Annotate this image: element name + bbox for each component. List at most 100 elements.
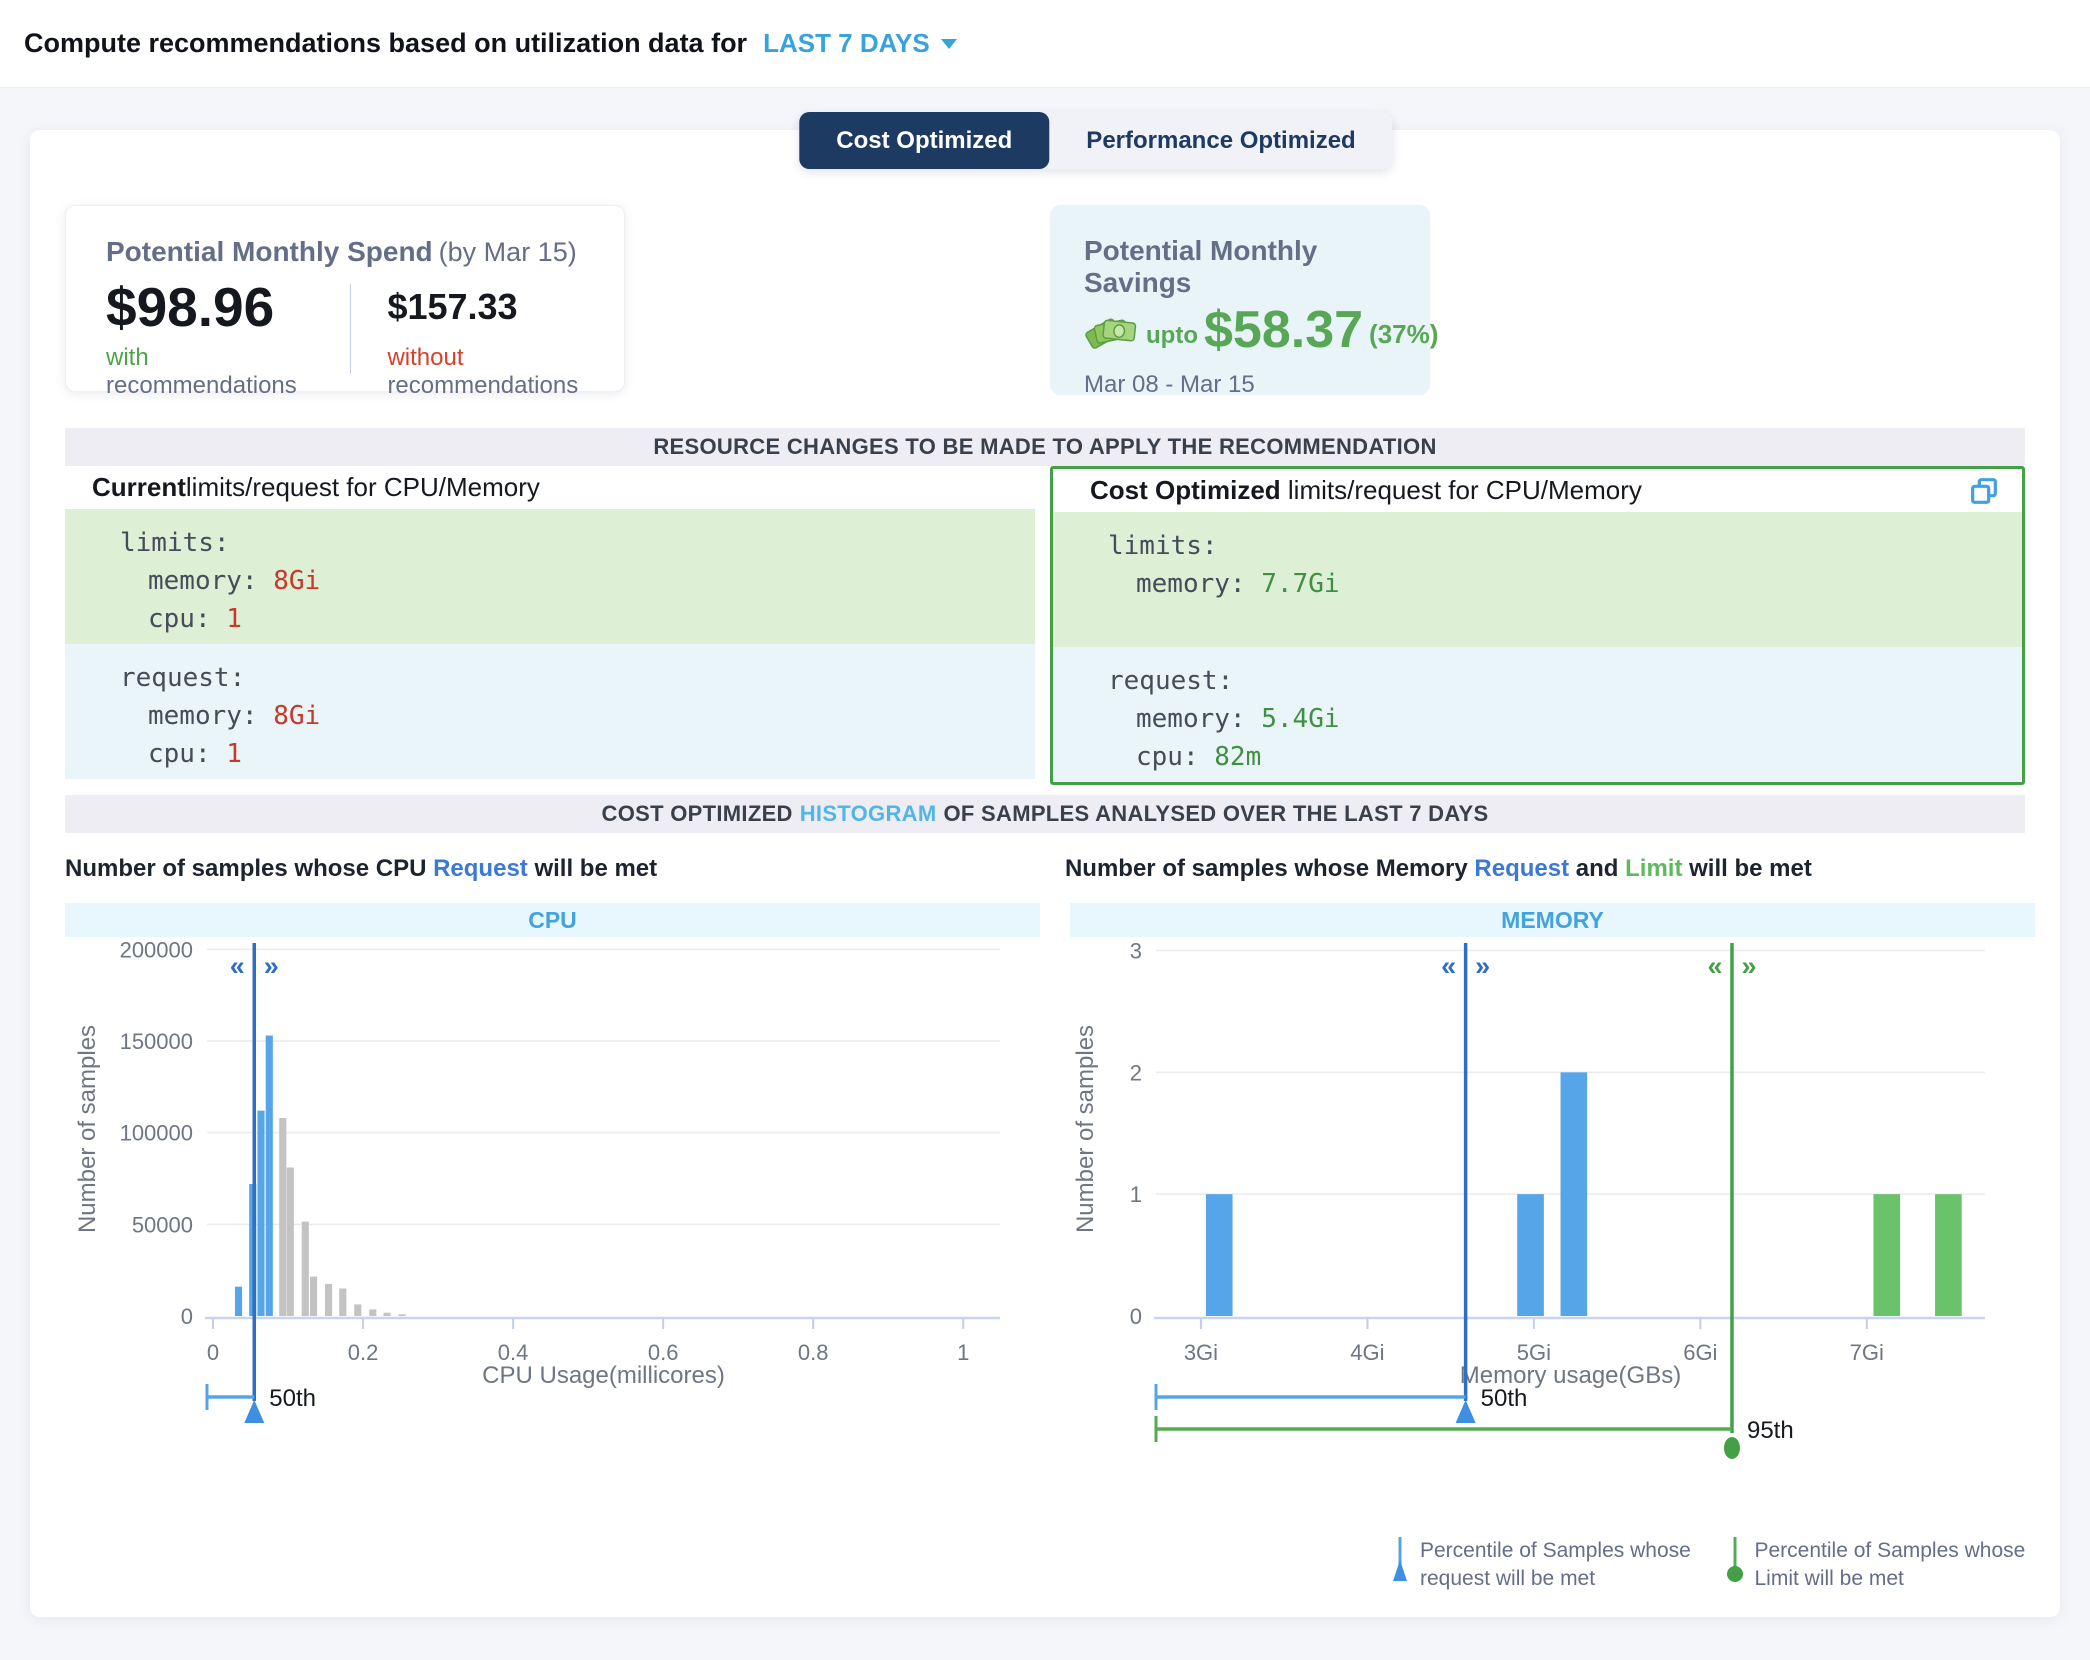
current-column-header: Current limits/request for CPU/Memory [65,466,1035,509]
chart-titles-row: Number of samples whose CPU Request will… [65,855,2025,883]
spend-without-label: without recommendations [387,344,624,400]
svg-text:200000: 200000 [120,937,193,962]
time-range-selector[interactable]: LAST 7 DAYS [763,28,957,59]
time-range-value[interactable]: LAST 7 DAYS [763,28,930,59]
savings-amount: $58.37 [1204,303,1363,357]
svg-text:0.8: 0.8 [798,1340,829,1365]
savings-upto: upto [1146,322,1198,357]
svg-text:100000: 100000 [120,1121,193,1146]
resource-columns: Current limits/request for CPU/Memory li… [65,466,2025,785]
optimized-request-block: request: memory: 5.4Gi cpu: 82m [1053,647,2022,782]
svg-text:»: » [264,951,279,981]
svg-text:7Gi: 7Gi [1850,1340,1884,1365]
savings-percent: (37%) [1369,319,1438,357]
svg-text:0: 0 [207,1340,219,1365]
svg-text:Number of samples: Number of samples [1072,1025,1099,1233]
spend-subtitle: (by Mar 15) [439,237,577,267]
histogram-bar [310,1277,317,1316]
legend-item-request: Percentile of Samples whose request will… [1392,1537,1701,1593]
topbar: Compute recommendations based on utiliza… [0,0,2090,88]
svg-text:»: » [1741,951,1756,981]
spend-title: Potential Monthly Spend [106,236,433,267]
svg-text:50th: 50th [269,1385,316,1412]
svg-text:50000: 50000 [132,1212,193,1237]
tab-performance-optimized[interactable]: Performance Optimized [1049,112,1392,169]
histogram-bar [1935,1194,1962,1316]
savings-date-range: Mar 08 - Mar 15 [1084,371,1430,399]
svg-text:»: » [1475,951,1490,981]
potential-monthly-spend-card: Potential Monthly Spend(by Mar 15) $98.9… [65,205,625,392]
chevron-down-icon [941,39,957,49]
histogram-bar [266,1036,273,1317]
copy-icon [1968,495,2000,510]
histogram-bar [354,1304,361,1316]
divider [350,284,352,374]
histogram-bar [287,1168,294,1317]
page-title: Compute recommendations based on utiliza… [24,28,747,59]
svg-text:50th: 50th [1481,1385,1528,1412]
svg-text:0: 0 [1130,1304,1142,1329]
money-icon [1084,306,1140,357]
histogram-bar [257,1111,264,1316]
percentile-legend: Percentile of Samples whose request will… [1392,1537,2035,1593]
request-marker-icon [1392,1537,1408,1588]
optimized-panel-header: Cost Optimized limits/request for CPU/Me… [1053,469,2022,512]
histogram-bar [369,1309,376,1316]
optimized-limits-block: limits: memory: 7.7Gi [1053,512,2022,647]
recommendations-card: Cost Optimized Performance Optimized Pot… [30,130,2060,1617]
memory-histogram-panel: MEMORY 01233Gi4Gi5Gi6Gi7GiNumber of samp… [1070,903,2035,1593]
svg-text:«: « [1707,951,1722,981]
histogram-bar [302,1222,309,1316]
spend-without-recommendations-amount: $157.33 [387,276,624,338]
savings-title: Potential Monthly Savings [1084,235,1430,299]
svg-text:3: 3 [1130,939,1142,964]
histogram-banner: COST OPTIMIZEDHISTOGRAMOF SAMPLES ANALYS… [65,795,2025,833]
optimization-tabs: Cost Optimized Performance Optimized [799,112,1392,169]
legend-request-text: Percentile of Samples whose request will… [1420,1537,1701,1593]
copy-button[interactable] [1968,475,2000,507]
current-request-block: request: memory: 8Gi cpu: 1 [65,644,1035,779]
legend-limit-text: Percentile of Samples whose Limit will b… [1755,1537,2036,1593]
cost-optimized-resources-panel: Cost Optimized limits/request for CPU/Me… [1050,466,2025,785]
spend-with-label: with recommendations [106,344,314,400]
svg-text:«: « [230,951,245,981]
cpu-histogram-panel: CPU 05000010000015000020000000.20.40.60.… [65,903,1040,1593]
current-limits-block: limits: memory: 8Gi cpu: 1 [65,509,1035,644]
histogram-bar [383,1313,390,1316]
resource-changes-banner: RESOURCE CHANGES TO BE MADE TO APPLY THE… [65,428,2025,466]
svg-text:«: « [1441,951,1456,981]
memory-histogram: 01233Gi4Gi5Gi6Gi7GiNumber of samplesMemo… [1070,937,2035,1467]
cpu-strip-label: CPU [65,903,1040,937]
summary-row: Potential Monthly Spend(by Mar 15) $98.9… [65,130,2025,395]
svg-text:1: 1 [1130,1182,1142,1207]
histogram-bar [235,1287,242,1316]
histogram-bar [1873,1194,1900,1316]
svg-text:95th: 95th [1747,1417,1794,1444]
histogram-bar [279,1118,286,1316]
svg-text:Number of samples: Number of samples [74,1025,101,1233]
histogram-bar [1561,1072,1588,1316]
svg-text:3Gi: 3Gi [1184,1340,1218,1365]
limit-marker-icon [1727,1537,1743,1588]
legend-item-limit: Percentile of Samples whose Limit will b… [1727,1537,2036,1593]
cpu-chart-title: Number of samples whose CPU Request will… [65,855,1035,883]
histogram-bar [325,1284,332,1316]
cpu-histogram: 05000010000015000020000000.20.40.60.81Nu… [65,937,1040,1467]
histogram-bar [1517,1194,1544,1316]
histogram-bar [339,1289,346,1317]
memory-chart-title: Number of samples whose Memory Request a… [1065,855,2025,883]
svg-text:6Gi: 6Gi [1683,1340,1717,1365]
histogram-bar [1206,1194,1233,1316]
svg-text:4Gi: 4Gi [1350,1340,1384,1365]
svg-text:2: 2 [1130,1060,1142,1085]
svg-text:0: 0 [181,1304,193,1329]
histogram-bar [398,1314,405,1316]
svg-text:150000: 150000 [120,1029,193,1054]
memory-strip-label: MEMORY [1070,903,2035,937]
charts-row: CPU 05000010000015000020000000.20.40.60.… [65,903,2025,1593]
spend-with-recommendations-amount: $98.96 [106,276,314,338]
svg-text:1: 1 [957,1340,969,1365]
tab-cost-optimized[interactable]: Cost Optimized [799,112,1049,169]
current-resources-column: Current limits/request for CPU/Memory li… [65,466,1035,785]
svg-text:CPU Usage(millicores): CPU Usage(millicores) [482,1362,725,1389]
